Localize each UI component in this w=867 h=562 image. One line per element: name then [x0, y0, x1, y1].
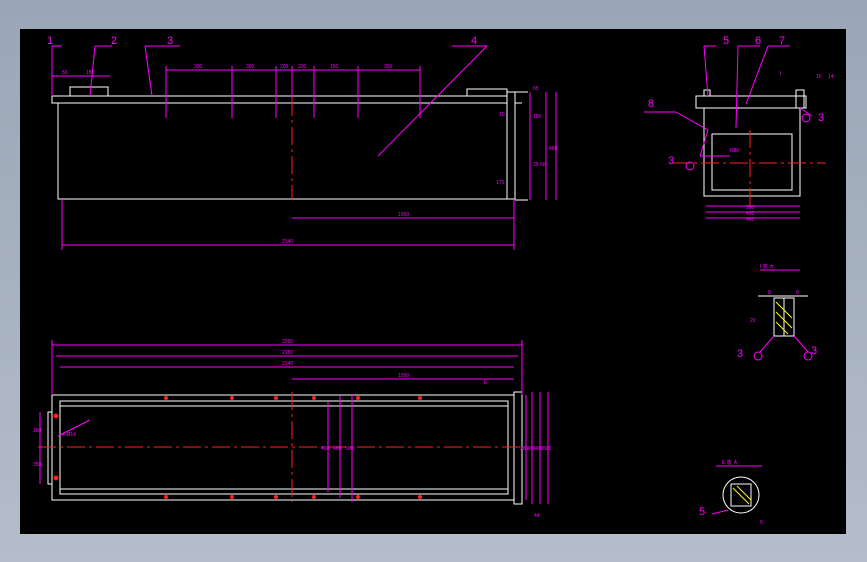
dimension-lines	[39, 45, 813, 515]
dim-300-c: 300	[384, 64, 393, 70]
dim-180: 180	[86, 70, 95, 76]
dim-side-10: 10	[816, 74, 822, 80]
balloon-4: 4	[471, 35, 477, 47]
balloon-detail-e-5: 5	[699, 506, 705, 518]
plan-marker-e: E	[484, 380, 488, 386]
weld-symbol-3b: 3	[818, 112, 824, 124]
dim-side-14: 14	[828, 74, 834, 80]
dim-200-b: 200	[298, 64, 307, 70]
dim-center-400: 400	[321, 446, 330, 452]
dim-side-r80: R80	[730, 148, 739, 154]
dim-side-460: 460	[746, 217, 755, 223]
dim-right-500: 500	[543, 446, 552, 452]
detail-i-title: I 放 大	[760, 263, 774, 270]
weld-symbol-3d: 3	[811, 345, 817, 357]
cad-drawing: 1 2 3 4 5 6 7 8 3 3 3 3 5 50 180 300 300…	[33, 35, 834, 526]
dim-180-right: 180	[533, 114, 542, 120]
centerlines	[38, 98, 826, 502]
dim-2180: 2180	[282, 350, 293, 356]
balloon-8: 8	[648, 98, 654, 110]
detail-i-outline	[758, 295, 808, 337]
drawing-canvas[interactable]: 1 2 3 4 5 6 7 8 3 3 3 3 5 50 180 300 300…	[20, 29, 846, 534]
dim-10: 10	[499, 112, 505, 118]
dim-1050: 1050	[398, 373, 409, 379]
detail-i-dim-20: 20	[750, 318, 756, 324]
hole-note: 4-Ø14	[62, 432, 76, 438]
detail-i-dim-8a: 8	[768, 290, 771, 296]
dim-160: 160	[33, 428, 42, 434]
dim-65: 65	[533, 86, 539, 92]
plan-view-outline	[47, 391, 523, 505]
dim-460: 460	[549, 146, 558, 152]
detail-marker-i: I	[780, 71, 781, 77]
side-view-outline	[695, 89, 807, 197]
dim-44: 44	[534, 513, 540, 519]
dim-center-460: 460	[333, 446, 342, 452]
detail-i-dim-8b: 8	[796, 290, 799, 296]
detail-e-dim-5: 5	[760, 520, 763, 526]
hatching	[732, 301, 793, 505]
dim-center-500: 500	[345, 446, 354, 452]
dim-200-a: 200	[280, 64, 289, 70]
balloon-7: 7	[779, 35, 785, 47]
dim-25: 25	[533, 162, 539, 168]
dim-1000: 1000	[398, 212, 409, 218]
balloon-5: 5	[723, 35, 729, 47]
front-view-outline	[51, 86, 528, 201]
weld-symbol-3c: 3	[737, 348, 743, 360]
dim-2250: 2250	[282, 339, 293, 345]
dim-170: 170	[496, 180, 505, 186]
dim-150: 150	[330, 64, 339, 70]
weld-circles	[685, 113, 813, 361]
balloon-2: 2	[111, 35, 117, 47]
dim-2140: 2140	[282, 239, 293, 245]
detail-e-outline	[722, 476, 760, 514]
balloon-6: 6	[755, 35, 761, 47]
dim-2140-plan: 2140	[282, 361, 293, 367]
weld-symbol-3a: 3	[668, 155, 674, 167]
dim-300-b: 300	[246, 64, 255, 70]
dim-60: 60	[540, 162, 546, 168]
balloon-1: 1	[47, 35, 53, 47]
balloon-3: 3	[167, 35, 173, 47]
dim-50: 50	[62, 70, 68, 76]
detail-e-title: E 放 大	[722, 459, 738, 466]
dim-350: 350	[33, 462, 42, 468]
dim-300-a: 300	[194, 64, 203, 70]
